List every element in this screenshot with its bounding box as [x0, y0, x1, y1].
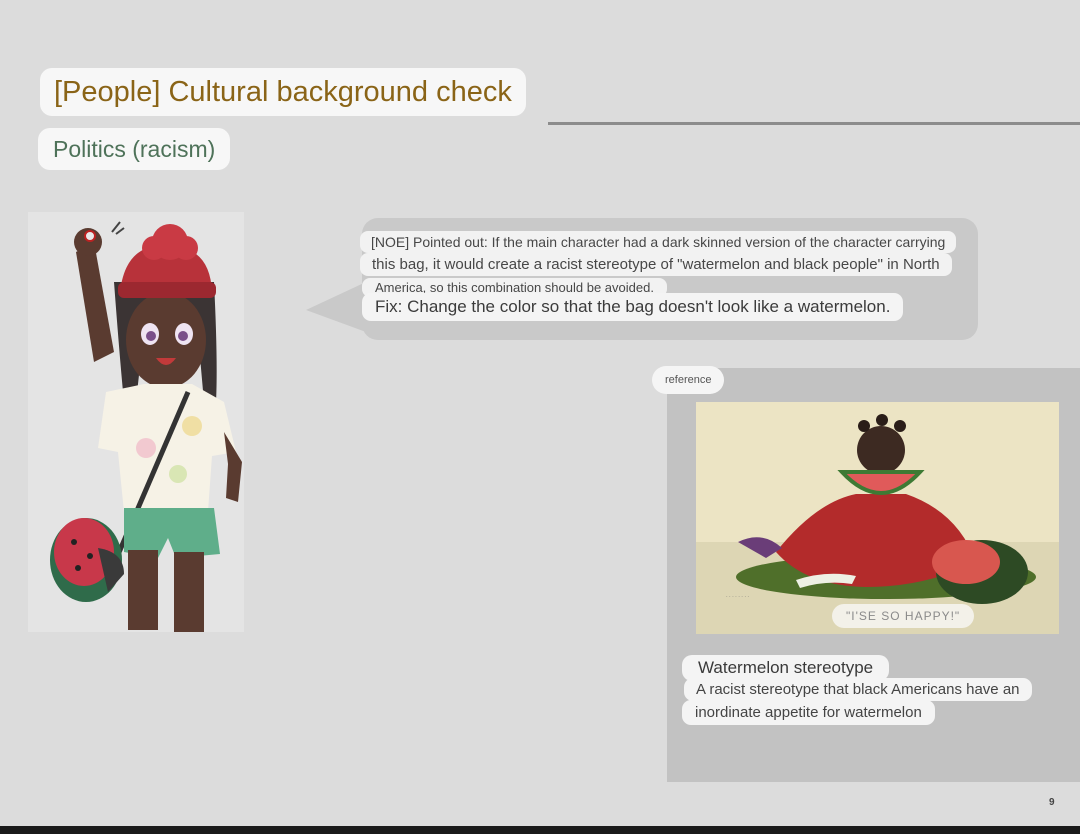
postcard-child-head: [857, 426, 905, 474]
character-raised-arm: [76, 242, 114, 362]
seed-2: [87, 553, 93, 559]
fix-note: Fix: Change the color so that the bag do…: [362, 293, 904, 321]
sparkle-icon: [111, 221, 125, 235]
hair-tuft-1: [858, 420, 870, 432]
character-figure: [50, 221, 242, 632]
reference-postcard-image: · · · · · · · ·: [696, 402, 1059, 634]
character-face: [126, 292, 206, 388]
pupil-left: [146, 331, 156, 341]
character-illustration: [28, 212, 244, 632]
title-divider: [548, 122, 1080, 125]
postcard-illustration: · · · · · · · ·: [696, 402, 1059, 634]
slide-subtitle: Politics (racism): [38, 128, 231, 170]
stereotype-description-line-2: inordinate appetite for watermelon: [682, 700, 935, 725]
shirt-flower-yellow: [182, 416, 202, 436]
shirt-flower-green: [169, 465, 187, 483]
stereotype-description-line-1: A racist stereotype that black Americans…: [684, 678, 1032, 701]
speech-bubble-tail: [306, 282, 366, 332]
slide: [People] Cultural background check Polit…: [0, 0, 1080, 826]
note-line-2: this bag, it would create a racist stere…: [360, 253, 952, 276]
shirt-flower-pink: [136, 438, 156, 458]
hat-band: [118, 282, 216, 298]
seed-3: [75, 565, 81, 571]
postcard-caption: "I'SE SO HAPPY!": [832, 604, 975, 628]
hat-petal-right: [174, 236, 198, 260]
page-number: 9: [1049, 797, 1055, 808]
character-shirt: [98, 384, 236, 512]
character-leg-right: [128, 550, 158, 630]
hair-tuft-2: [876, 414, 888, 426]
reference-tag: reference: [652, 366, 725, 394]
postcard-watermelon-flesh: [932, 540, 1000, 584]
slide-title: [People] Cultural background check: [40, 68, 526, 116]
seed-1: [71, 539, 77, 545]
bottom-bar: [0, 826, 1080, 834]
ball-icon: [84, 230, 96, 242]
postcard-fine-print: · · · · · · · ·: [726, 594, 749, 600]
note-line-1: [NOE] Pointed out: If the main character…: [360, 231, 957, 253]
pupil-right: [178, 331, 188, 341]
hair-tuft-3: [894, 420, 906, 432]
character-leg-left: [174, 552, 204, 632]
hat-petal-left: [142, 236, 166, 260]
